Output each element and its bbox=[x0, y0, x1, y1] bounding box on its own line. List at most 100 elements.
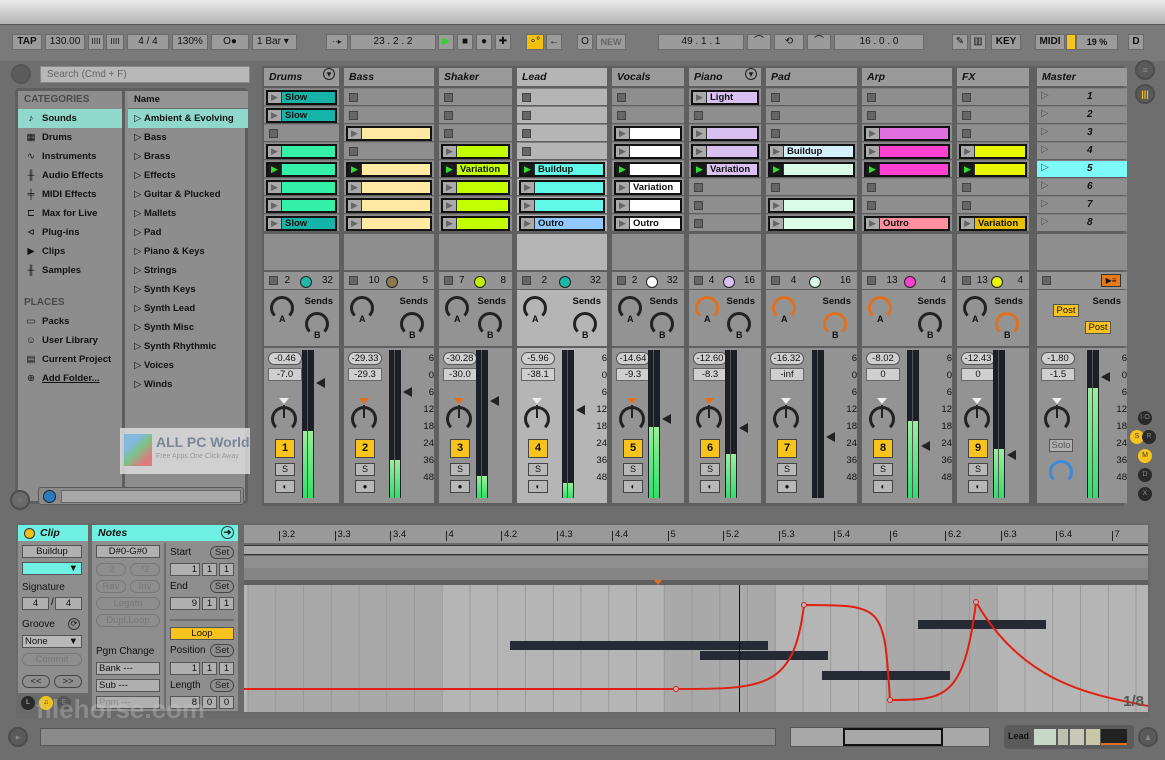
clip-color-dropdown[interactable]: ▼ bbox=[22, 562, 82, 575]
expand-triangle-icon[interactable]: ▷ bbox=[134, 341, 144, 352]
clip-slot[interactable]: ▶ Light bbox=[689, 88, 761, 105]
clip-slot[interactable] bbox=[439, 124, 512, 141]
browser-item[interactable]: ▷ Strings bbox=[128, 261, 248, 280]
loop-length-field[interactable]: 16 . 0 . 0 bbox=[834, 34, 924, 50]
clip-launch-button[interactable]: ▶ bbox=[693, 146, 707, 157]
volume-readout[interactable]: -5.96 bbox=[521, 352, 555, 365]
quantize-dropdown[interactable]: 1 Bar ▾ bbox=[252, 34, 297, 50]
loop-brace-strip[interactable] bbox=[244, 545, 1148, 555]
overview-viewport[interactable] bbox=[843, 728, 943, 746]
clip-activator-icon[interactable] bbox=[24, 527, 35, 539]
automation-envelope[interactable] bbox=[244, 585, 1148, 712]
clip-launch-button[interactable]: ▶ bbox=[268, 182, 282, 193]
clip-launch-button[interactable]: ▶ bbox=[693, 92, 707, 103]
clip-slot[interactable]: ▶ bbox=[862, 142, 952, 159]
track-activator[interactable] bbox=[444, 276, 453, 285]
browser-item[interactable]: ▷ Effects bbox=[128, 166, 248, 185]
clip-launch-button[interactable]: ▶ bbox=[770, 218, 784, 229]
volume-fader-handle[interactable] bbox=[1007, 450, 1016, 460]
track-activator[interactable] bbox=[522, 276, 531, 285]
clip-slot[interactable]: ▶ bbox=[766, 214, 857, 231]
empty-clip-area[interactable] bbox=[612, 234, 684, 270]
volume-fader-handle[interactable] bbox=[489, 396, 499, 406]
clip-stop-button[interactable] bbox=[867, 93, 876, 102]
scene-launch-button[interactable]: ▷ bbox=[1041, 180, 1049, 191]
clip-slot[interactable]: ▶ Outro bbox=[612, 214, 684, 231]
clip[interactable]: ▶ Slow bbox=[266, 108, 337, 123]
master-peak-readout[interactable]: -1.5 bbox=[1041, 368, 1075, 381]
category-item[interactable]: ⊏ Max for Live bbox=[18, 204, 122, 223]
track-title[interactable]: Vocals bbox=[612, 68, 684, 86]
info-view-toggle[interactable]: ▸ bbox=[8, 727, 28, 747]
clip[interactable]: ▶ bbox=[768, 216, 855, 231]
clip-stop-button[interactable] bbox=[771, 93, 780, 102]
clip[interactable]: ▶ bbox=[346, 126, 432, 141]
position-beat-field[interactable]: 1 bbox=[202, 662, 217, 675]
expand-triangle-icon[interactable]: ▷ bbox=[134, 284, 144, 295]
pan-knob[interactable] bbox=[619, 405, 645, 432]
clip-slot[interactable]: ▶ bbox=[689, 124, 761, 141]
clip-launch-button[interactable]: ▶ bbox=[866, 164, 880, 175]
expand-triangle-icon[interactable]: ▷ bbox=[134, 227, 144, 238]
groove-dropdown[interactable]: None ▼ bbox=[22, 635, 82, 648]
clip-stop-button[interactable] bbox=[349, 93, 358, 102]
clip-slot[interactable]: ▶ bbox=[264, 142, 339, 159]
overdub-button[interactable]: ✚ bbox=[495, 34, 511, 50]
halve-button[interactable]: :2 bbox=[96, 563, 126, 576]
clip[interactable]: ▶ Variation bbox=[441, 162, 510, 177]
mixer-toggle-button[interactable]: M bbox=[1138, 449, 1152, 463]
pan-knob[interactable] bbox=[524, 405, 550, 432]
solo-button[interactable]: S bbox=[968, 463, 988, 476]
peak-readout[interactable]: 0 bbox=[961, 368, 995, 381]
clip-slot[interactable] bbox=[862, 196, 952, 213]
arm-button[interactable]: ◐ bbox=[700, 480, 720, 493]
io-toggle-button[interactable]: I·O bbox=[1138, 411, 1152, 425]
clip-slot[interactable]: ▶ Variation bbox=[957, 214, 1029, 231]
envelope-breakpoint[interactable] bbox=[973, 599, 979, 605]
clip-slot[interactable] bbox=[957, 106, 1029, 123]
clip-launch-button[interactable]: ▶ bbox=[961, 164, 975, 175]
expand-arrow-icon[interactable]: ➜ bbox=[221, 526, 234, 539]
track-activator-button[interactable]: 7 bbox=[777, 439, 797, 458]
track-activator-button[interactable]: 4 bbox=[528, 439, 548, 458]
groove-hot-swap-icon[interactable]: ⟳ bbox=[68, 618, 80, 630]
clip-slot[interactable] bbox=[689, 106, 761, 123]
clip-launch-button[interactable]: ▶ bbox=[961, 218, 975, 229]
clip[interactable]: ▶ bbox=[346, 216, 432, 231]
track-activator[interactable] bbox=[771, 276, 780, 285]
clip-slot[interactable]: ▶ Variation bbox=[612, 178, 684, 195]
track-activator[interactable] bbox=[617, 276, 626, 285]
stop-all-clips-button[interactable] bbox=[1042, 276, 1051, 285]
clip[interactable]: ▶ bbox=[346, 198, 432, 213]
arm-button[interactable]: ◐ bbox=[873, 480, 893, 493]
clip-launch-button[interactable]: ▶ bbox=[521, 218, 535, 229]
clip-overview[interactable] bbox=[790, 727, 990, 747]
track-activator[interactable] bbox=[867, 276, 876, 285]
clip-slot[interactable] bbox=[957, 178, 1029, 195]
browser-item[interactable]: ▷ Synth Rhythmic bbox=[128, 337, 248, 356]
clip-slot[interactable]: ▶ bbox=[439, 178, 512, 195]
browser-item[interactable]: ▷ Synth Misc bbox=[128, 318, 248, 337]
name-column-header[interactable]: Name bbox=[128, 91, 248, 109]
clip-slot[interactable] bbox=[862, 106, 952, 123]
scene-launch-button[interactable]: ▷ bbox=[1041, 162, 1049, 173]
returns-toggle-button[interactable]: R bbox=[1142, 430, 1156, 444]
clip-launch-button[interactable]: ▶ bbox=[770, 146, 784, 157]
clip-slot[interactable]: ▶ bbox=[957, 160, 1029, 177]
clip-stop-button[interactable] bbox=[867, 201, 876, 210]
category-item[interactable]: ╫ Samples bbox=[18, 261, 122, 280]
solo-button[interactable]: S bbox=[873, 463, 893, 476]
device-thumbnail[interactable] bbox=[1034, 729, 1056, 745]
expand-triangle-icon[interactable]: ▷ bbox=[134, 170, 144, 181]
expand-triangle-icon[interactable]: ▷ bbox=[134, 322, 144, 333]
scene-launch-button[interactable]: ▷ bbox=[1041, 90, 1049, 101]
arm-button[interactable]: ● bbox=[355, 480, 375, 493]
category-item[interactable]: ♪ Sounds bbox=[18, 109, 122, 128]
track-title[interactable]: Arp bbox=[862, 68, 952, 86]
headphones-preview-icon[interactable] bbox=[43, 490, 56, 503]
scene-launch-slot[interactable]: ▷ 4 bbox=[1037, 142, 1127, 159]
clip-slot[interactable] bbox=[689, 178, 761, 195]
signature-denominator-field[interactable]: 4 bbox=[55, 597, 82, 610]
expand-triangle-icon[interactable]: ▷ bbox=[134, 189, 144, 200]
clip[interactable]: ▶ bbox=[959, 162, 1027, 177]
